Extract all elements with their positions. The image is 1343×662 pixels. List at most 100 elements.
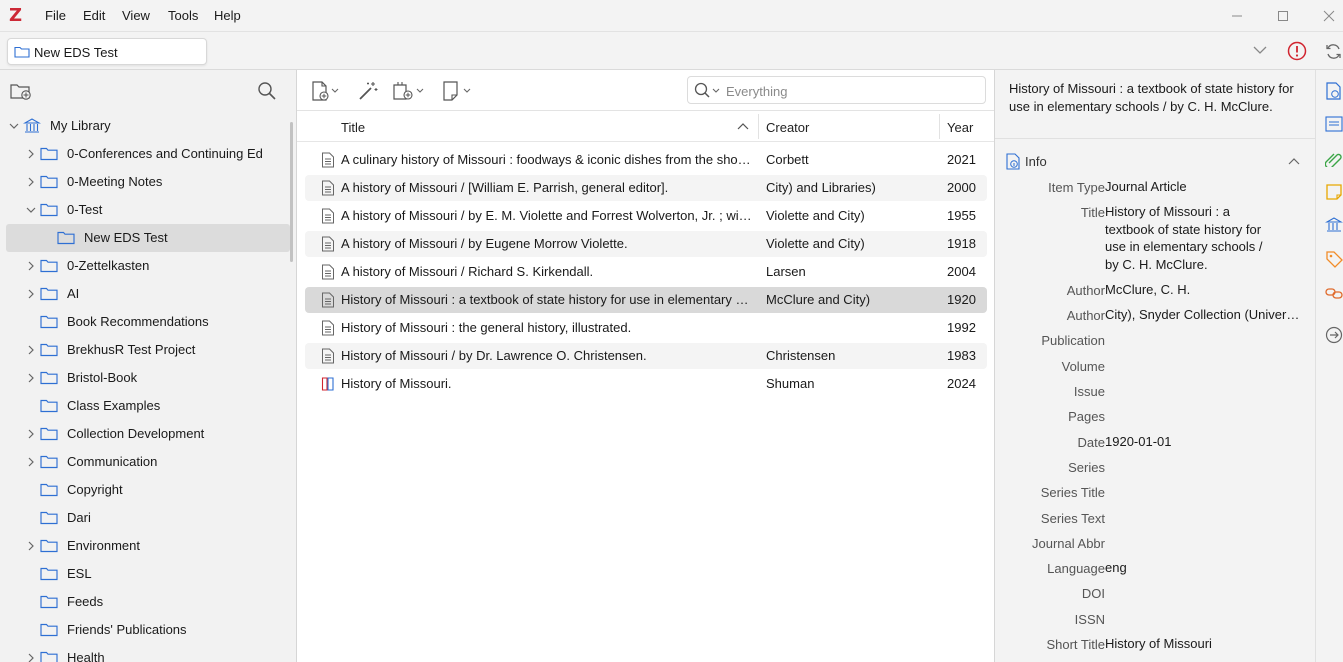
close-window-button[interactable] [1319,6,1339,26]
library-tab[interactable]: New EDS Test [7,38,207,65]
menu-edit[interactable]: Edit [83,8,105,23]
column-divider[interactable] [939,114,940,139]
document-icon [321,292,335,308]
field-value[interactable]: eng [1105,559,1303,577]
collection-row[interactable]: BrekhusR Test Project [0,336,290,364]
chevron-right-icon[interactable] [25,288,37,300]
tab-bar: New EDS Test [0,32,1343,70]
collection-row[interactable]: Copyright [0,476,290,504]
item-row[interactable]: History of Missouri / by Dr. Lawrence O.… [305,343,987,369]
field-label: Journal Abbr [1032,535,1105,551]
field-label: Date [1077,434,1105,450]
maximize-button[interactable] [1273,6,1293,26]
info-section-header[interactable]: Info [1005,153,1305,173]
collection-row[interactable]: ESL [0,560,290,588]
new-collection-icon[interactable] [10,81,32,101]
new-item-button[interactable] [310,80,342,102]
add-attachment-button[interactable] [392,80,428,102]
collection-row[interactable]: Bristol-Book [0,364,290,392]
tabs-dropdown-chevron-icon[interactable] [1252,44,1268,56]
collections-pane: My Library 0-Conferences and Continuing E… [0,70,297,662]
menu-tools[interactable]: Tools [168,8,198,23]
field-value[interactable]: 1920-01-01 [1105,433,1303,451]
collection-row[interactable]: Collection Development [0,420,290,448]
collections-scrollbar[interactable] [290,122,293,262]
collection-row[interactable]: AI [0,280,290,308]
menu-help[interactable]: Help [214,8,241,23]
column-title[interactable]: Title [341,120,365,135]
search-collections-icon[interactable] [257,81,277,101]
chevron-down-icon[interactable] [25,204,37,216]
collection-row[interactable]: 0-Conferences and Continuing Ed [0,140,290,168]
field-value[interactable]: History of Missouri [1105,635,1303,653]
menu-file[interactable]: File [45,8,66,23]
notes-nav-icon[interactable] [1325,183,1343,201]
search-icon[interactable] [694,82,722,100]
magic-wand-icon[interactable] [357,80,379,102]
chevron-right-icon[interactable] [25,176,37,188]
locate-nav-icon[interactable] [1325,326,1343,344]
collection-row[interactable]: Communication [0,448,290,476]
libraries-collections-nav-icon[interactable] [1325,216,1343,234]
field-value[interactable]: City), Snyder Collection (University of … [1105,306,1303,324]
item-row[interactable]: A culinary history of Missouri : foodway… [305,147,987,173]
tags-nav-icon[interactable] [1325,250,1343,268]
sync-icon[interactable] [1324,42,1343,61]
chevron-right-icon[interactable] [25,372,37,384]
item-row[interactable]: A history of Missouri / [William E. Parr… [305,175,987,201]
collection-row[interactable]: Friends' Publications [0,616,290,644]
chevron-right-icon[interactable] [25,260,37,272]
field-value[interactable]: McClure, C. H. [1105,281,1303,299]
item-row[interactable]: A history of Missouri / by Eugene Morrow… [305,231,987,257]
collection-row[interactable]: Environment [0,532,290,560]
item-pane: History of Missouri : a textbook of stat… [994,70,1315,662]
chevron-right-icon[interactable] [25,428,37,440]
collection-row[interactable]: My Library [0,112,290,140]
attachments-nav-icon[interactable] [1325,149,1343,167]
collection-label: Dari [67,510,91,525]
collection-row[interactable]: Class Examples [0,392,290,420]
collection-row[interactable]: Feeds [0,588,290,616]
document-icon [321,348,335,364]
item-header-title[interactable]: History of Missouri : a textbook of stat… [1009,80,1305,115]
item-row[interactable]: History of Missouri : the general histor… [305,315,987,341]
item-title: History of Missouri / by Dr. Lawrence O.… [341,348,647,363]
menu-view[interactable]: View [122,8,150,23]
field-value[interactable]: Journal Article [1105,178,1303,196]
sort-ascending-icon[interactable] [737,122,749,130]
chevron-down-icon[interactable] [8,120,20,132]
item-row[interactable]: A history of Missouri / by E. M. Violett… [305,203,987,229]
collection-row[interactable]: Health [0,644,290,662]
collapse-chevron-icon[interactable] [1288,156,1300,166]
related-nav-icon[interactable] [1325,284,1343,302]
collection-label: Health [67,650,105,662]
chevron-right-icon[interactable] [25,148,37,160]
sync-error-icon[interactable] [1287,41,1307,61]
chevron-right-icon[interactable] [25,540,37,552]
collection-row[interactable]: Book Recommendations [0,308,290,336]
chevron-right-icon[interactable] [25,652,37,662]
item-row[interactable]: History of Missouri : a textbook of stat… [305,287,987,313]
chevron-right-icon[interactable] [25,456,37,468]
column-divider[interactable] [758,114,759,139]
folder-icon [40,538,58,553]
abstract-nav-icon[interactable] [1325,116,1343,132]
info-nav-icon[interactable] [1325,82,1343,100]
collection-row[interactable]: 0-Zettelkasten [0,252,290,280]
chevron-right-icon[interactable] [25,344,37,356]
collection-row[interactable]: 0-Test [0,196,290,224]
column-creator[interactable]: Creator [766,120,809,135]
item-row[interactable]: A history of Missouri / Richard S. Kirke… [305,259,987,285]
new-note-button[interactable] [442,80,474,102]
collection-label: New EDS Test [84,230,168,245]
field-label: Series [1068,459,1105,475]
item-year: 1992 [947,320,976,335]
field-value-title[interactable]: History of Missouri : a textbook of state… [1105,203,1305,273]
item-row[interactable]: History of Missouri. Shuman 2024 [305,371,987,397]
collection-row[interactable]: Dari [0,504,290,532]
collection-row[interactable]: 0-Meeting Notes [0,168,290,196]
column-year[interactable]: Year [947,120,973,135]
collection-row[interactable]: New EDS Test [0,224,290,252]
minimize-button[interactable] [1227,6,1247,26]
search-input[interactable] [726,82,976,100]
